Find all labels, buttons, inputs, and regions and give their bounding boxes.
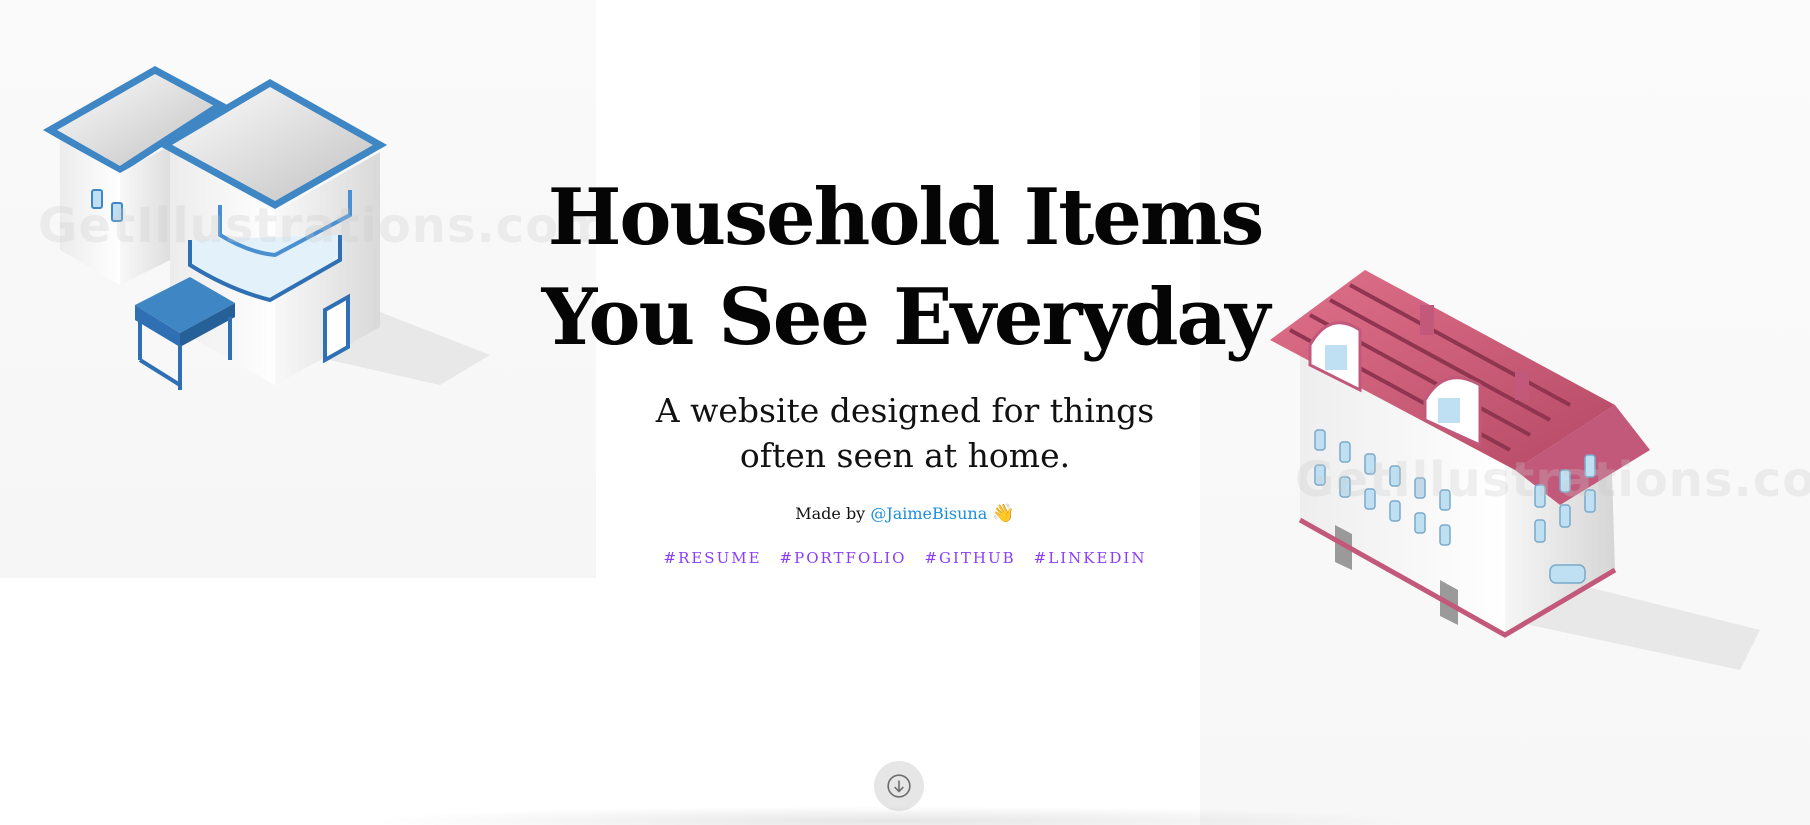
page-subtitle: A website designed for things often seen… (0, 388, 1810, 478)
author-handle-link[interactable]: @JaimeBisuna (870, 504, 987, 523)
title-line-1: Household Items (547, 172, 1265, 263)
subtitle-line-1: A website designed for things (655, 391, 1155, 430)
page-title: Household Items You See Everyday (0, 168, 1810, 368)
social-links: #RESUME #PORTFOLIO #GITHUB #LINKEDIN (0, 549, 1810, 567)
credit-prefix: Made by (795, 504, 866, 523)
portfolio-link[interactable]: #PORTFOLIO (780, 549, 907, 567)
subtitle-line-2: often seen at home. (739, 436, 1071, 475)
author-credit: Made by @JaimeBisuna 👋 (0, 503, 1810, 524)
resume-link[interactable]: #RESUME (664, 549, 762, 567)
arrow-down-circle-icon (887, 774, 911, 798)
scroll-down-button[interactable] (874, 761, 924, 811)
title-line-2: You See Everyday (541, 272, 1271, 363)
github-link[interactable]: #GITHUB (924, 549, 1015, 567)
waving-hand-icon: 👋 (992, 503, 1015, 524)
linkedin-link[interactable]: #LINKEDIN (1034, 549, 1147, 567)
